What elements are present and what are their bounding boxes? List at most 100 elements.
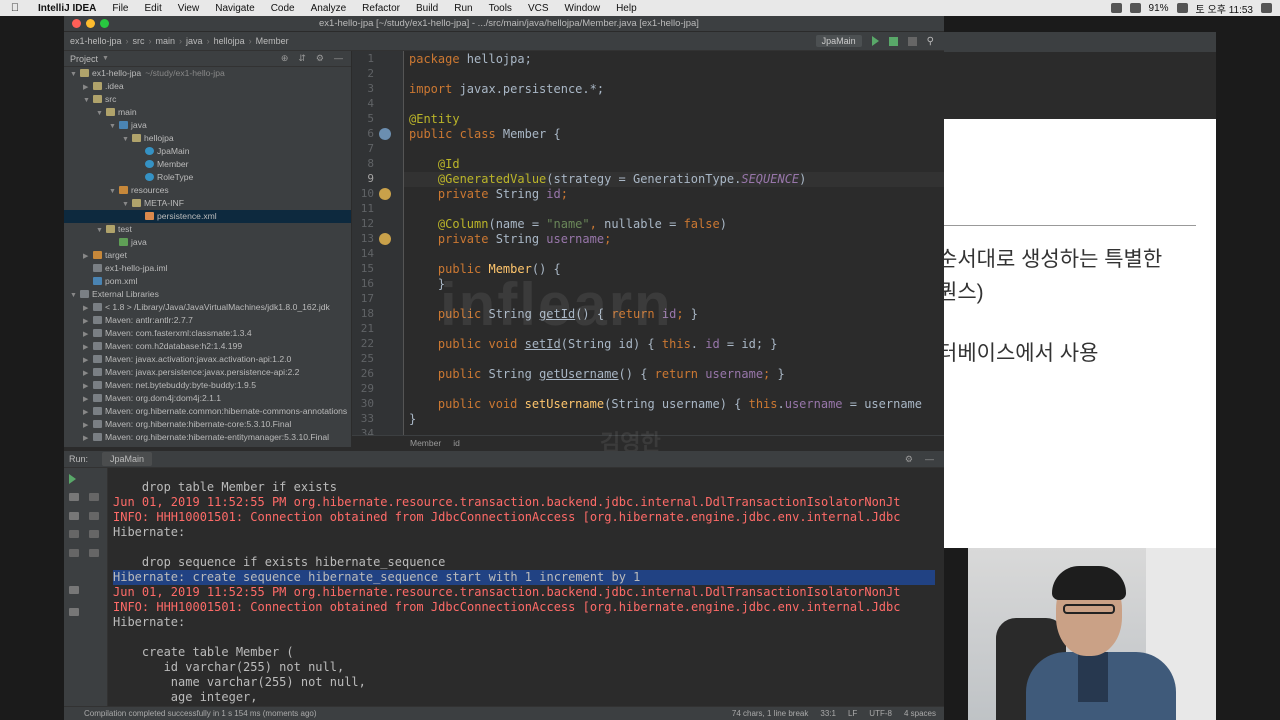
print-icon[interactable] <box>89 530 99 538</box>
tree-item[interactable]: ▼ src <box>64 93 351 106</box>
tree-item[interactable]: JpaMain <box>64 145 351 158</box>
code-line[interactable]: package hellojpa; <box>409 52 532 66</box>
tree-item[interactable]: ▼ java <box>64 119 351 132</box>
indent-setting[interactable]: 4 spaces <box>904 709 936 718</box>
code-line[interactable]: @Column(name = "name", nullable = false) <box>409 217 727 231</box>
wifi-icon[interactable] <box>1110 3 1122 13</box>
tree-item[interactable]: ▶ Maven: javax.activation:javax.activatio… <box>64 353 351 366</box>
tree-item[interactable]: ▶ Maven: antlr:antlr:2.7.7 <box>64 314 351 327</box>
menu-view[interactable]: View <box>170 3 208 14</box>
tree-item[interactable]: ▼ hellojpa <box>64 132 351 145</box>
console-line[interactable]: Hibernate: <box>113 615 192 630</box>
tree-item[interactable]: ▼ ex1-hello-jpa ~/study/ex1-hello-jpa <box>64 67 351 80</box>
console-line[interactable]: age integer, <box>113 690 258 705</box>
close-window-button[interactable] <box>72 19 81 28</box>
tree-item[interactable]: Member <box>64 158 351 171</box>
menu-help[interactable]: Help <box>608 3 645 14</box>
code-line[interactable]: } <box>409 277 445 291</box>
tree-item[interactable]: ▼ External Libraries <box>64 288 351 301</box>
console-line[interactable]: id varchar(255) not null, <box>113 660 345 675</box>
status-message[interactable]: Compilation completed successfully in 1 … <box>84 709 317 718</box>
menu-run[interactable]: Run <box>446 3 480 14</box>
gutter-marker-icon[interactable] <box>379 128 391 140</box>
console-line[interactable]: Hibernate: create sequence hibernate_seq… <box>113 570 935 585</box>
tree-item[interactable]: RoleType <box>64 171 351 184</box>
hide-icon[interactable]: — <box>334 53 343 64</box>
editor-crumb-field[interactable]: id <box>453 438 460 448</box>
project-view-select[interactable]: Project <box>70 54 98 64</box>
console-line[interactable]: Jun 01, 2019 11:52:55 PM org.hibernate.r… <box>113 495 900 510</box>
menu-analyze[interactable]: Analyze <box>303 3 355 14</box>
tree-item[interactable]: ex1-hello-jpa.iml <box>64 262 351 275</box>
tree-item[interactable]: ▼ main <box>64 106 351 119</box>
console-line[interactable]: INFO: HHH10001501: Connection obtained f… <box>113 600 900 615</box>
app-name-menu[interactable]: IntelliJ IDEA <box>30 3 104 14</box>
pin-icon[interactable] <box>69 608 79 616</box>
tree-item[interactable]: ▶ Maven: com.fasterxml:classmate:1.3.4 <box>64 327 351 340</box>
debug-icon[interactable] <box>888 36 898 46</box>
tree-item[interactable]: ▶ Maven: org.dom4j:dom4j:2.1.1 <box>64 392 351 405</box>
search-icon[interactable] <box>1261 3 1272 13</box>
minimize-window-button[interactable] <box>86 19 95 28</box>
tree-item[interactable]: ▶ Maven: org.hibernate.common:hibernate-c… <box>64 405 351 418</box>
code-line[interactable]: @Entity <box>409 112 460 126</box>
console-line[interactable]: Hibernate: <box>113 525 192 540</box>
code-line[interactable]: private String id; <box>409 187 568 201</box>
tree-item[interactable]: ▼ META-INF <box>64 197 351 210</box>
line-separator[interactable]: LF <box>848 709 857 718</box>
code-line[interactable]: public void setUsername(String username)… <box>409 397 922 411</box>
breadcrumb-item[interactable]: ex1-hello-jpa <box>70 36 122 46</box>
menu-vcs[interactable]: VCS <box>520 3 557 14</box>
menu-file[interactable]: File <box>104 3 136 14</box>
zoom-window-button[interactable] <box>100 19 109 28</box>
console-line[interactable]: name varchar(255) not null, <box>113 675 366 690</box>
tree-item[interactable]: ▶ Maven: org.hibernate:hibernate-entityma… <box>64 431 351 444</box>
locate-icon[interactable]: ⊕ <box>281 53 289 64</box>
run-tab-jpamain[interactable]: JpaMain <box>102 452 153 466</box>
chevron-down-icon[interactable]: ▼ <box>102 55 109 62</box>
code-line[interactable]: public class Member { <box>409 127 561 141</box>
hide-icon[interactable]: — <box>925 454 934 465</box>
gear-icon[interactable]: ⚙ <box>905 454 913 465</box>
gutter-marker-icon[interactable] <box>379 188 391 200</box>
pause-icon[interactable] <box>69 512 79 520</box>
code-line[interactable]: public String getId() { return id; } <box>409 307 698 321</box>
menu-refactor[interactable]: Refactor <box>354 3 408 14</box>
menu-build[interactable]: Build <box>408 3 446 14</box>
run-config-select[interactable]: JpaMain <box>815 35 862 47</box>
tree-item[interactable]: ▼ resources <box>64 184 351 197</box>
tree-item[interactable]: persistence.xml <box>64 210 351 223</box>
run-icon[interactable] <box>871 36 879 46</box>
editor-crumb-class[interactable]: Member <box>410 438 441 448</box>
tree-item[interactable]: ▶ Maven: org.hibernate:hibernate-core:5.3… <box>64 418 351 431</box>
trash-icon[interactable] <box>89 549 99 557</box>
code-line[interactable]: public void setId(String id) { this. id … <box>409 337 778 351</box>
menu-edit[interactable]: Edit <box>136 3 169 14</box>
stop-icon[interactable] <box>907 36 917 46</box>
bluetooth-icon[interactable] <box>1129 3 1141 13</box>
code-line[interactable]: } <box>409 412 416 426</box>
stop-icon[interactable] <box>69 493 79 501</box>
code-line[interactable]: import javax.persistence.*; <box>409 82 604 96</box>
tree-item[interactable]: ▶ Maven: com.h2database:h2:1.4.199 <box>64 340 351 353</box>
menu-code[interactable]: Code <box>263 3 303 14</box>
code-line[interactable]: @Id <box>409 157 460 171</box>
search-everywhere-icon[interactable]: ⚲ <box>927 36 934 47</box>
soft-wrap-icon[interactable] <box>89 493 99 501</box>
tree-item[interactable]: ▶ Maven: net.bytebuddy:byte-buddy:1.9.5 <box>64 379 351 392</box>
breadcrumb-item[interactable]: src <box>133 36 145 46</box>
console-output[interactable]: drop table Member if exists Jun 01, 2019 … <box>108 468 944 706</box>
console-line[interactable]: create table Member ( <box>113 645 294 660</box>
menu-window[interactable]: Window <box>557 3 609 14</box>
menu-tools[interactable]: Tools <box>481 3 520 14</box>
gear-icon[interactable]: ⚙ <box>316 53 324 64</box>
caret-position[interactable]: 33:1 <box>820 709 836 718</box>
console-line[interactable]: drop table Member if exists <box>113 480 337 495</box>
file-encoding[interactable]: UTF-8 <box>869 709 892 718</box>
console-line[interactable]: drop sequence if exists hibernate_sequen… <box>113 555 445 570</box>
console-line[interactable]: Jun 01, 2019 11:52:55 PM org.hibernate.r… <box>113 585 900 600</box>
gutter-marker-icon[interactable] <box>379 233 391 245</box>
code-line[interactable]: public Member() { <box>409 262 561 276</box>
camera-icon[interactable] <box>69 530 79 538</box>
battery-icon[interactable] <box>1176 3 1188 13</box>
